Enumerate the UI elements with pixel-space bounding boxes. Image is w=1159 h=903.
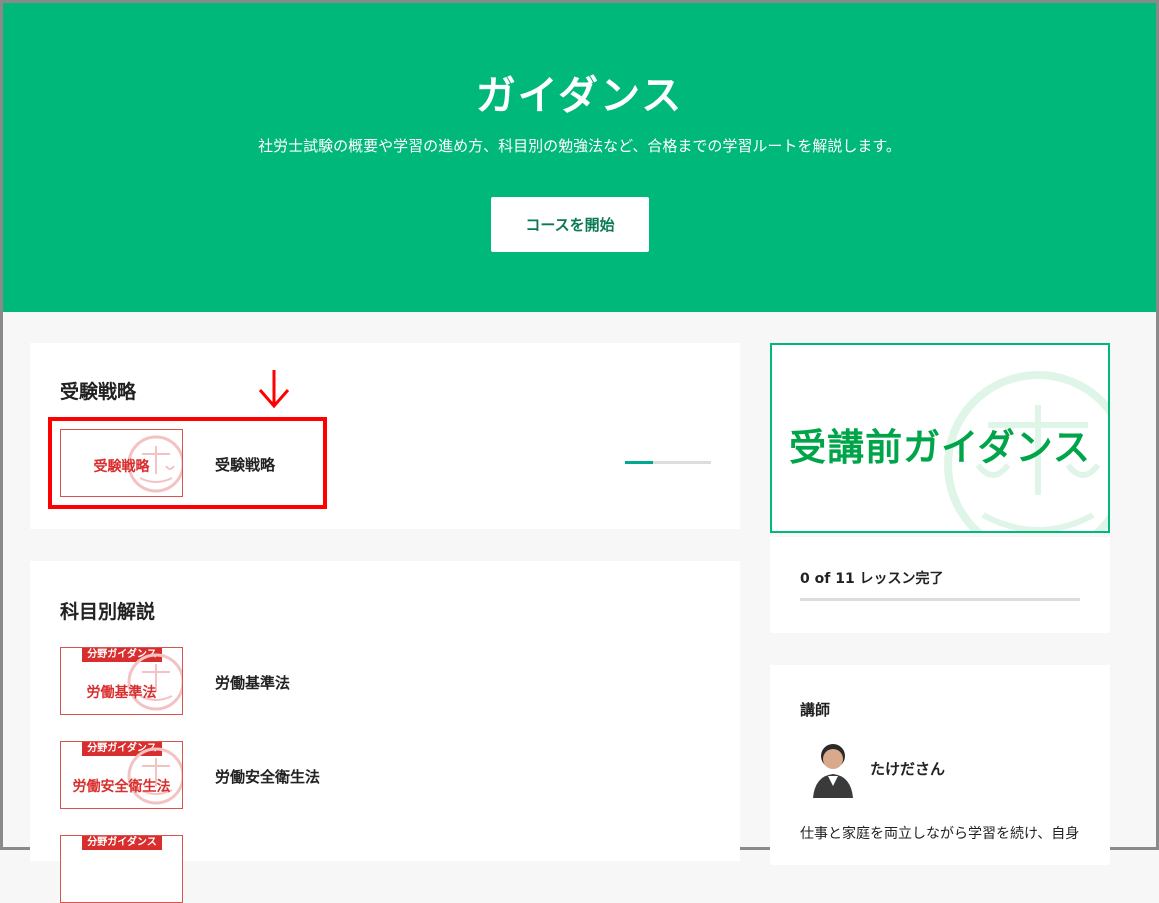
page-subtitle: 社労士試験の概要や学習の進め方、科目別の勉強法など、合格までの学習ルートを解説し… — [258, 137, 901, 155]
lesson-link-safety-health[interactable]: 労働安全衛生法 — [215, 766, 320, 787]
highlight-box — [48, 417, 327, 509]
section-title-strategy: 受験戦略 — [60, 381, 137, 403]
thumbnail-text: 労働基準法 — [86, 685, 157, 701]
course-banner: 受講前ガイダンス — [770, 343, 1110, 533]
lesson-thumbnail-labor-standards[interactable]: 分野ガイダンス 労働基準法 — [60, 647, 183, 715]
course-progress-bar — [800, 598, 1080, 601]
start-course-button[interactable]: コースを開始 — [491, 197, 649, 252]
instructor-name: たけださん — [870, 760, 946, 778]
avatar — [813, 744, 853, 798]
instructor-heading: 講師 — [800, 701, 831, 719]
page-title: ガイダンス — [475, 73, 684, 119]
lesson-progress-bar — [625, 461, 711, 464]
thumbnail-text: 労働安全衛生法 — [72, 779, 171, 795]
down-arrow-icon — [258, 370, 290, 409]
thumbnail-tag: 分野ガイダンス — [82, 836, 162, 850]
lesson-thumbnail-partial[interactable]: 分野ガイダンス — [60, 835, 183, 903]
banner-title: 受講前ガイダンス — [789, 426, 1091, 469]
instructor-bio: 仕事と家庭を両立しながら学習を続け、自身 — [800, 826, 1080, 842]
hero-banner: ガイダンス 社労士試験の概要や学習の進め方、科目別の勉強法など、合格までの学習ル… — [3, 3, 1156, 312]
lesson-link-labor-standards[interactable]: 労働基準法 — [215, 672, 290, 693]
lesson-progress-fill — [625, 461, 654, 464]
lesson-thumbnail-safety-health[interactable]: 分野ガイダンス 労働安全衛生法 — [60, 741, 183, 809]
completion-text: 0 of 11 レッスン完了 — [800, 571, 944, 587]
section-title-subjects: 科目別解説 — [60, 601, 156, 623]
